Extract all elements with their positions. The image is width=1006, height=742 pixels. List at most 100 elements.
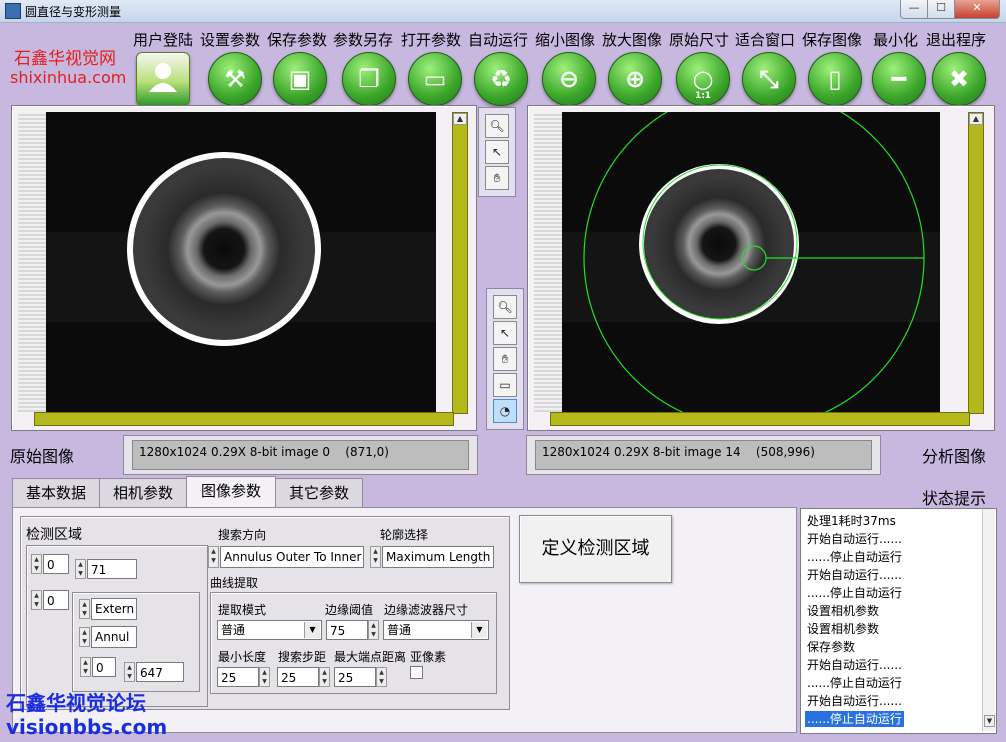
contour-select[interactable]: Maximum Length bbox=[382, 546, 494, 568]
status-item[interactable]: ......停止自动运行 bbox=[805, 711, 904, 727]
roi-e-spinner[interactable]: ▲ ▼ bbox=[124, 662, 135, 682]
dropdown-arrow-icon[interactable]: ▼ bbox=[304, 622, 320, 638]
extract-mode-select[interactable]: 普通 ▼ bbox=[217, 620, 322, 640]
edge-threshold-spinner[interactable]: ▲ ▼ bbox=[368, 620, 379, 640]
status-item[interactable]: 设置相机参数 bbox=[807, 621, 879, 637]
roi-b-spinner[interactable]: ▲ ▼ bbox=[75, 559, 86, 579]
search-step-label: 搜索步距 bbox=[278, 650, 327, 664]
pointer-tool-icon[interactable]: ↖ bbox=[493, 321, 517, 345]
max-endpoint-gap-field[interactable]: 25 bbox=[334, 667, 376, 687]
subpixel-label: 亚像素 bbox=[410, 650, 447, 664]
status-item[interactable]: ......停止自动运行 bbox=[807, 675, 902, 691]
tab-basic-data[interactable]: 基本数据 bbox=[12, 478, 100, 508]
zoom-tool-icon[interactable]: 🔍︎ bbox=[493, 295, 517, 319]
dropdown-arrow-icon[interactable]: ▼ bbox=[471, 622, 487, 638]
status-item[interactable]: 开始自动运行...... bbox=[807, 567, 902, 583]
edge-threshold-field[interactable]: 75 bbox=[326, 620, 368, 640]
search-step-spinner[interactable]: ▲ ▼ bbox=[319, 667, 330, 687]
scroll-up-arrow-icon[interactable]: ▲ bbox=[453, 113, 467, 125]
edge-filter-select[interactable]: 普通 ▼ bbox=[383, 620, 489, 640]
toolbar-button-document[interactable]: ▯ bbox=[808, 52, 862, 106]
toolbar-label-document: 保存图像 bbox=[802, 31, 863, 49]
edge-threshold-label: 边缘阈值 bbox=[325, 603, 374, 617]
roi-d-field[interactable]: 0 bbox=[92, 657, 116, 677]
max-endpoint-gap-spinner[interactable]: ▲ ▼ bbox=[376, 667, 387, 687]
roi-shape-spinner[interactable]: ▲ ▼ bbox=[79, 599, 90, 619]
tab-image-params[interactable]: 图像参数 bbox=[186, 476, 276, 509]
status-item[interactable]: 开始自动运行...... bbox=[807, 657, 902, 673]
roi-shape-select-2[interactable]: Annul bbox=[91, 626, 137, 648]
toolbar-button-zoom-in[interactable]: ⊕ bbox=[608, 52, 662, 106]
toolbar-label-tools: 设置参数 bbox=[200, 31, 261, 49]
search-direction-label: 搜索方向 bbox=[218, 528, 267, 542]
roi-a-field[interactable]: 0 bbox=[43, 554, 69, 574]
toolbar-button-zoom-fit[interactable]: ⤡ bbox=[742, 52, 796, 106]
toolbar-button-zoom-1to1[interactable]: ○ 1:1 bbox=[676, 52, 730, 106]
toolbar-button-zoom-out[interactable]: ⊖ bbox=[542, 52, 596, 106]
toolbar-label-folder: 打开参数 bbox=[401, 31, 462, 49]
analysis-image-hscroll[interactable] bbox=[550, 412, 970, 426]
roi-c-spinner[interactable]: ▲ ▼ bbox=[31, 590, 42, 610]
toolbar-button-user[interactable] bbox=[136, 52, 190, 106]
pan-hand-tool-icon[interactable]: ✋︎ bbox=[493, 347, 517, 371]
search-direction-spinner[interactable]: ▲ ▼ bbox=[208, 546, 219, 568]
tab-other-params[interactable]: 其它参数 bbox=[275, 478, 363, 508]
search-step-field[interactable]: 25 bbox=[277, 667, 319, 687]
analysis-image-viewport[interactable] bbox=[562, 112, 940, 412]
min-length-spinner[interactable]: ▲ ▼ bbox=[259, 667, 270, 687]
window-close-button[interactable]: ✕ bbox=[954, 0, 1000, 19]
status-item[interactable]: 处理1耗时37ms bbox=[807, 513, 896, 529]
toolbar-button-save[interactable]: ▣ bbox=[273, 52, 327, 106]
status-item[interactable]: ......停止自动运行 bbox=[807, 549, 902, 565]
subpixel-checkbox[interactable] bbox=[410, 666, 423, 679]
roi-c-field[interactable]: 0 bbox=[43, 590, 69, 610]
define-roi-button[interactable]: 定义检测区域 bbox=[519, 515, 672, 583]
status-item[interactable]: 开始自动运行...... bbox=[807, 693, 902, 709]
status-item[interactable]: ......停止自动运行 bbox=[807, 585, 902, 601]
window-maximize-button[interactable]: ☐ bbox=[927, 0, 955, 19]
rectangle-tool-icon[interactable]: ▭ bbox=[493, 373, 517, 397]
toolbar-button-recycle[interactable]: ♻ bbox=[474, 52, 528, 106]
pointer-tool-icon[interactable]: ↖ bbox=[485, 140, 509, 164]
toolbar-label-zoom-out: 缩小图像 bbox=[535, 31, 596, 49]
toolbar-button-minus[interactable]: ━ bbox=[872, 52, 926, 106]
roi-title: 检测区域 bbox=[26, 527, 82, 543]
search-direction-select[interactable]: Annulus Outer To Inner bbox=[220, 546, 364, 568]
zoom-ratio-badge: 1:1 bbox=[694, 91, 712, 101]
pan-hand-tool-icon[interactable]: ✋︎ bbox=[485, 166, 509, 190]
toolbar-button-close[interactable]: ✖ bbox=[932, 52, 986, 106]
roi-type-spinner[interactable]: ▲ ▼ bbox=[79, 627, 90, 647]
toolbar-label-user: 用户登陆 bbox=[133, 31, 194, 49]
recycle-icon: ♻ bbox=[490, 65, 512, 93]
annulus-tool-icon[interactable]: ◔ bbox=[493, 399, 517, 423]
zoom-tool-icon[interactable]: 🔍︎ bbox=[485, 114, 509, 138]
toolbar-button-folder[interactable]: ▭ bbox=[408, 52, 462, 106]
roi-shape-select-1[interactable]: Extern bbox=[91, 598, 137, 620]
original-image-vscroll[interactable]: ▲ bbox=[452, 112, 468, 414]
status-item[interactable]: 开始自动运行...... bbox=[807, 531, 902, 547]
status-list[interactable]: 处理1耗时37ms 开始自动运行...... ......停止自动运行 开始自动运行.… bbox=[800, 508, 997, 734]
roi-b-field[interactable]: 71 bbox=[87, 559, 137, 579]
window-minimize-button[interactable]: — bbox=[900, 0, 928, 19]
original-image-viewport[interactable] bbox=[46, 112, 436, 412]
scroll-down-arrow-icon[interactable]: ▼ bbox=[984, 715, 995, 727]
curve-extract-label: 曲线提取 bbox=[210, 576, 259, 590]
scroll-up-arrow-icon[interactable]: ▲ bbox=[969, 113, 983, 125]
contour-select-label: 轮廓选择 bbox=[380, 528, 429, 542]
analysis-image-vscroll[interactable]: ▲ bbox=[968, 112, 984, 414]
roi-d-spinner[interactable]: ▲ ▼ bbox=[80, 657, 91, 677]
title-bar bbox=[0, 0, 1006, 23]
toolbar-button-copy[interactable]: ❐ bbox=[342, 52, 396, 106]
original-image-hscroll[interactable] bbox=[34, 412, 454, 426]
min-length-label: 最小长度 bbox=[218, 650, 267, 664]
min-length-field[interactable]: 25 bbox=[217, 667, 259, 687]
toolbar-button-tools[interactable]: ⚒ bbox=[208, 52, 262, 106]
status-item[interactable]: 设置相机参数 bbox=[807, 603, 879, 619]
roi-e-field[interactable]: 647 bbox=[136, 662, 184, 682]
status-title: 状态提示 bbox=[922, 489, 987, 508]
tab-camera-params[interactable]: 相机参数 bbox=[99, 478, 187, 508]
contour-select-spinner[interactable]: ▲ ▼ bbox=[370, 546, 381, 568]
status-scrollbar[interactable]: ▼ bbox=[982, 509, 995, 731]
roi-a-spinner[interactable]: ▲ ▼ bbox=[31, 554, 42, 574]
status-item[interactable]: 保存参数 bbox=[807, 639, 855, 655]
